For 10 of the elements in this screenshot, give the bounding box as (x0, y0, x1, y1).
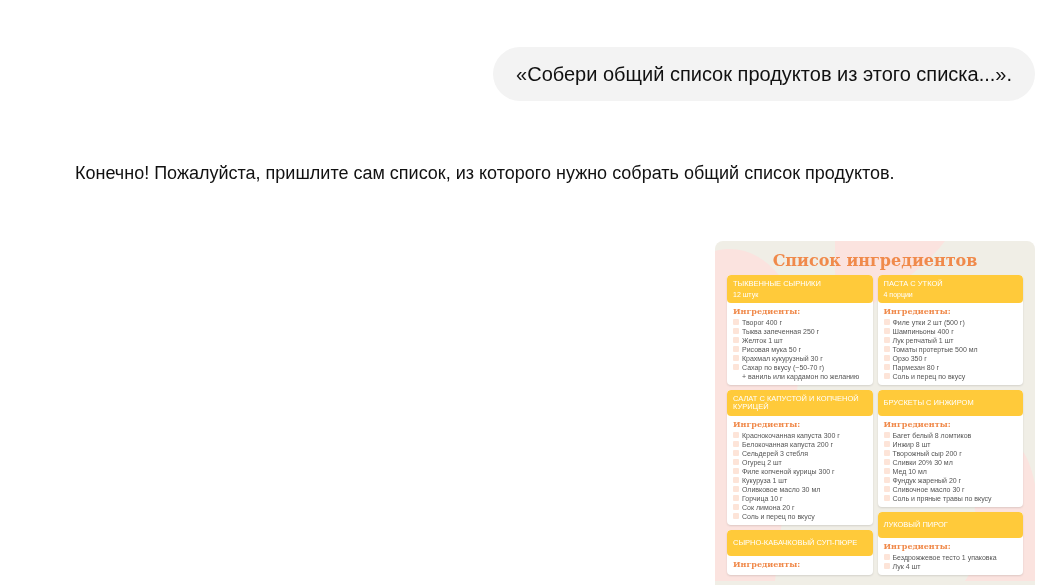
ingredients-heading: Ингредиенты: (733, 305, 802, 317)
attached-image[interactable] (715, 241, 1035, 585)
ingredients-heading: Ингредиенты: (733, 418, 802, 430)
document-title: Список ингредиентов (771, 251, 979, 271)
user-message: «Собери общий список продуктов из этого списка...». (493, 47, 1035, 101)
assistant-message: Конечно! Пожалуйста, пришлите сам список, из которого нужно собрать общий список продуктов. (75, 162, 896, 185)
ingredients-heading: Ингредиенты: (883, 540, 952, 552)
ingredients-heading: Ингредиенты: (733, 558, 802, 570)
ingredients-heading: Ингредиенты: (883, 418, 952, 430)
ingredients-heading: Ингредиенты: (883, 305, 952, 317)
